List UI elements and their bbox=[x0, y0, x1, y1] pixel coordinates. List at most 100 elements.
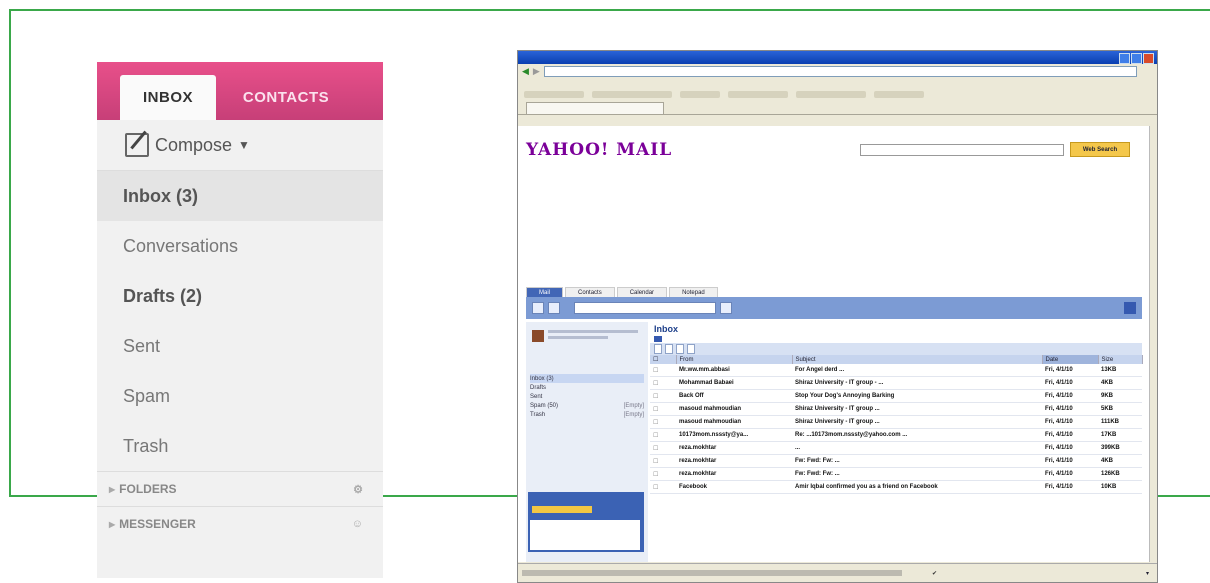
tab-mail[interactable]: Mail bbox=[526, 287, 564, 297]
avatar[interactable] bbox=[532, 330, 544, 342]
row-checkbox[interactable]: ☐ bbox=[650, 441, 676, 455]
tab-calendar[interactable]: Calendar bbox=[616, 287, 668, 297]
table-row[interactable]: ☐ masoud mahmoudian Shiraz University - IT… bbox=[650, 402, 1142, 416]
url-field[interactable] bbox=[543, 65, 1137, 77]
mail-search-input[interactable] bbox=[574, 302, 716, 314]
folder-list: Inbox (3) Drafts Sent Spam (50) [Empty] T… bbox=[530, 374, 644, 419]
row-checkbox[interactable]: ☐ bbox=[650, 389, 676, 403]
check-mail-button[interactable] bbox=[532, 302, 544, 314]
new-button[interactable] bbox=[548, 302, 560, 314]
mark-button[interactable] bbox=[676, 344, 684, 354]
frame-bottom-right-line bbox=[1156, 495, 1210, 497]
row-size: 399KB bbox=[1098, 441, 1142, 455]
spam-button[interactable] bbox=[665, 344, 673, 354]
table-row[interactable]: ☐ Mr.ww.mm.abbasi For Angel derd ... Fri, 4… bbox=[650, 364, 1142, 377]
sidebar-item-drafts[interactable]: Drafts (2) bbox=[97, 271, 383, 321]
section-folders[interactable]: ▶ FOLDERS ⚙ bbox=[97, 471, 383, 506]
table-row[interactable]: ☐ reza.mokhtar Fw: Fwd: Fw: ... Fri, 4/1/10… bbox=[650, 454, 1142, 468]
row-checkbox[interactable]: ☐ bbox=[650, 376, 676, 390]
status-url bbox=[522, 570, 902, 576]
sidebar-item-sent[interactable]: Sent bbox=[97, 321, 383, 371]
table-row[interactable]: ☐ reza.mokhtar... Fri, 4/1/10 399KB bbox=[650, 441, 1142, 455]
sidebar-item-inbox[interactable]: Inbox (3) bbox=[97, 171, 383, 221]
table-header-row: ☐ From Subject Date Size bbox=[650, 355, 1143, 364]
yahoo-top-links bbox=[518, 126, 1150, 136]
row-subject: ... bbox=[792, 441, 1042, 455]
column-size[interactable]: Size bbox=[1098, 355, 1143, 364]
column-from[interactable]: From bbox=[676, 355, 793, 364]
column-subject[interactable]: Subject bbox=[792, 355, 1043, 364]
table-row[interactable]: ☐ 10173mom.nsssty@ya... Re: ...10173mom.ns… bbox=[650, 428, 1142, 442]
table-row[interactable]: ☐ reza.mokhtar Fw: Fwd: Fw: ... Fri, 4/1/10… bbox=[650, 467, 1142, 481]
table-row[interactable]: ☐ Mohammad Babaei Shiraz University - IT g… bbox=[650, 376, 1142, 390]
row-checkbox[interactable]: ☐ bbox=[650, 467, 676, 481]
row-from: Mr.ww.mm.abbasi bbox=[676, 364, 792, 377]
tab-inbox[interactable]: INBOX bbox=[120, 75, 216, 120]
move-button[interactable] bbox=[687, 344, 695, 354]
table-row[interactable]: ☐ Back Off Stop Your Dog's Annoying Barkin… bbox=[650, 389, 1142, 403]
select-all-checkbox[interactable]: ☐ bbox=[650, 355, 677, 364]
window-titlebar bbox=[518, 51, 1157, 64]
row-checkbox[interactable]: ☐ bbox=[650, 402, 676, 416]
toolbar-button[interactable] bbox=[796, 90, 866, 98]
vertical-scrollbar[interactable] bbox=[1149, 126, 1157, 562]
web-search-button[interactable]: Web Search bbox=[1070, 142, 1130, 157]
row-checkbox[interactable]: ☐ bbox=[650, 364, 676, 377]
chevron-down-icon: ▼ bbox=[238, 138, 250, 152]
back-icon[interactable]: ◀ bbox=[522, 66, 529, 77]
folder-item-spam[interactable]: Spam (50) [Empty] bbox=[530, 401, 644, 410]
settings-icon[interactable]: ⚙ bbox=[353, 483, 363, 496]
compose-button[interactable]: Compose ▼ bbox=[97, 120, 383, 171]
toolbar-button[interactable] bbox=[680, 90, 720, 98]
row-subject: For Angel derd ... bbox=[792, 364, 1042, 377]
view-toggle-icon[interactable] bbox=[654, 335, 662, 342]
folder-item-drafts[interactable]: Drafts bbox=[530, 383, 644, 392]
row-size: 126KB bbox=[1098, 467, 1142, 481]
compose-icon bbox=[125, 133, 149, 157]
column-date[interactable]: Date bbox=[1042, 355, 1099, 364]
folder-item-trash[interactable]: Trash [Empty] bbox=[530, 410, 644, 419]
row-checkbox[interactable]: ☐ bbox=[650, 428, 676, 442]
try-new-mail-button[interactable] bbox=[1124, 302, 1136, 314]
tab-notepad[interactable]: Notepad bbox=[669, 287, 718, 297]
close-button[interactable] bbox=[1143, 53, 1154, 64]
messenger-status-icon[interactable]: ☺ bbox=[352, 518, 363, 530]
row-checkbox[interactable]: ☐ bbox=[650, 480, 676, 494]
tab-contacts[interactable]: CONTACTS bbox=[225, 75, 347, 120]
forward-icon[interactable]: ▶ bbox=[533, 66, 540, 77]
inbox-title: Inbox bbox=[654, 324, 678, 334]
table-row[interactable]: ☐ Facebook Amir Iqbal confirmed you as a f… bbox=[650, 480, 1142, 494]
mail-search-button[interactable] bbox=[720, 302, 732, 314]
web-search-input[interactable] bbox=[860, 144, 1064, 156]
folder-item-sent[interactable]: Sent bbox=[530, 392, 644, 401]
sidebar-item-conversations[interactable]: Conversations bbox=[97, 221, 383, 271]
browser-tab-strip bbox=[518, 100, 1157, 115]
row-date: Fri, 4/1/10 bbox=[1042, 364, 1098, 377]
sidebar-tab-bar: INBOX CONTACTS bbox=[97, 62, 383, 120]
toolbar-button[interactable] bbox=[874, 90, 924, 98]
message-actions bbox=[650, 343, 1142, 355]
row-checkbox[interactable]: ☐ bbox=[650, 454, 676, 468]
folder-item-inbox[interactable]: Inbox (3) bbox=[530, 374, 644, 383]
row-from: Facebook bbox=[676, 480, 792, 494]
yahoo-nav-tabs: Mail Contacts Calendar Notepad bbox=[526, 286, 1142, 297]
sidebar-item-trash[interactable]: Trash bbox=[97, 421, 383, 471]
tab-contacts[interactable]: Contacts bbox=[565, 287, 615, 297]
browser-tab[interactable] bbox=[526, 102, 664, 114]
sidebar-item-spam[interactable]: Spam bbox=[97, 371, 383, 421]
toolbar-search-box[interactable] bbox=[592, 90, 672, 98]
messenger-status-select[interactable] bbox=[532, 506, 592, 513]
row-size: 5KB bbox=[1098, 402, 1142, 416]
mail-sidebar-zoom: INBOX CONTACTS Compose ▼ Inbox (3) Conve… bbox=[97, 62, 383, 578]
row-checkbox[interactable]: ☐ bbox=[650, 415, 676, 429]
section-messenger[interactable]: ▶ MESSENGER ☺ bbox=[97, 506, 383, 541]
delete-button[interactable] bbox=[654, 344, 662, 354]
minimize-button[interactable] bbox=[1119, 53, 1130, 64]
toolbar-button[interactable] bbox=[728, 90, 788, 98]
expand-triangle-icon: ▶ bbox=[109, 519, 116, 529]
toolbar-button[interactable] bbox=[524, 90, 584, 98]
yahoo-mail-logo[interactable]: YAHOO! MAIL bbox=[526, 140, 672, 160]
maximize-button[interactable] bbox=[1131, 53, 1142, 64]
zoom-control[interactable]: ▾ bbox=[1146, 570, 1149, 577]
table-row[interactable]: ☐ masoud mahmoudian Shiraz University - IT… bbox=[650, 415, 1142, 429]
